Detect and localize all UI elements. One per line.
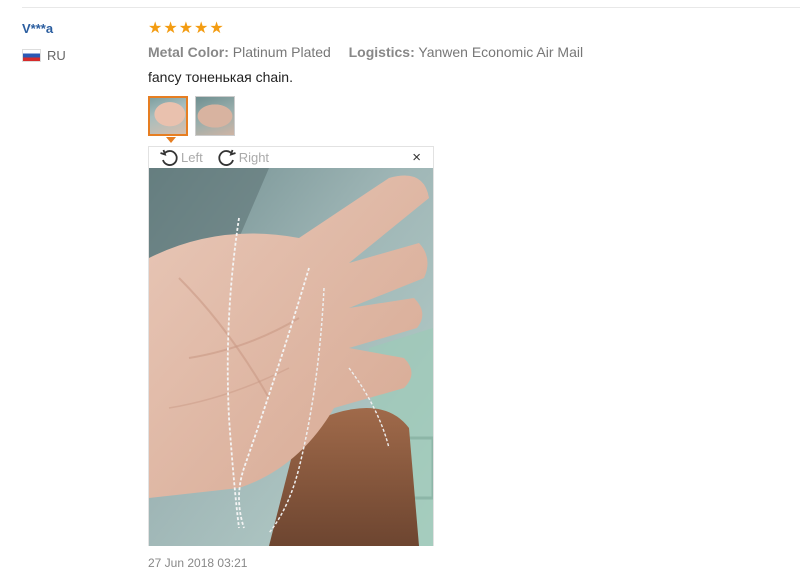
russia-flag-icon bbox=[22, 49, 41, 62]
star-icon: ★ bbox=[209, 20, 224, 37]
rotate-left-label: Left bbox=[181, 150, 203, 165]
rotate-right-icon bbox=[218, 149, 236, 166]
rotate-left-icon bbox=[160, 149, 178, 166]
reviewer-country: RU bbox=[22, 48, 66, 63]
attribute-label-metal-color: Metal Color: bbox=[148, 44, 229, 60]
section-divider bbox=[22, 7, 800, 8]
photo-thumbnail-2[interactable] bbox=[195, 96, 235, 136]
review-photo-thumbnails bbox=[148, 96, 235, 136]
star-icon: ★ bbox=[163, 20, 178, 37]
rotate-right-button[interactable]: Right bbox=[217, 148, 269, 168]
photo-thumbnail-1[interactable] bbox=[148, 96, 188, 136]
review-date: 27 Jun 2018 03:21 bbox=[148, 556, 248, 570]
review-photo-large bbox=[149, 168, 433, 546]
attribute-label-logistics: Logistics: bbox=[348, 44, 415, 60]
active-thumbnail-pointer bbox=[166, 137, 176, 143]
attribute-value-metal-color: Platinum Plated bbox=[232, 44, 331, 60]
star-icon: ★ bbox=[194, 20, 209, 37]
photo-viewer: Left Right × bbox=[148, 146, 434, 546]
close-icon[interactable]: × bbox=[412, 150, 421, 165]
photo-viewer-toolbar: Left Right × bbox=[149, 147, 433, 168]
attribute-value-logistics: Yanwen Economic Air Mail bbox=[418, 44, 584, 60]
order-attributes: Metal Color: Platinum Plated Logistics: … bbox=[148, 44, 583, 60]
star-rating: ★ ★ ★ ★ ★ bbox=[148, 20, 224, 38]
rotate-left-button[interactable]: Left bbox=[159, 148, 203, 168]
star-icon: ★ bbox=[148, 20, 163, 37]
country-code: RU bbox=[47, 48, 66, 63]
review-text: fancy тоненькая chain. bbox=[148, 69, 293, 85]
rotate-right-label: Right bbox=[238, 150, 270, 165]
star-icon: ★ bbox=[178, 20, 194, 37]
reviewer-name[interactable]: V***a bbox=[22, 21, 53, 36]
